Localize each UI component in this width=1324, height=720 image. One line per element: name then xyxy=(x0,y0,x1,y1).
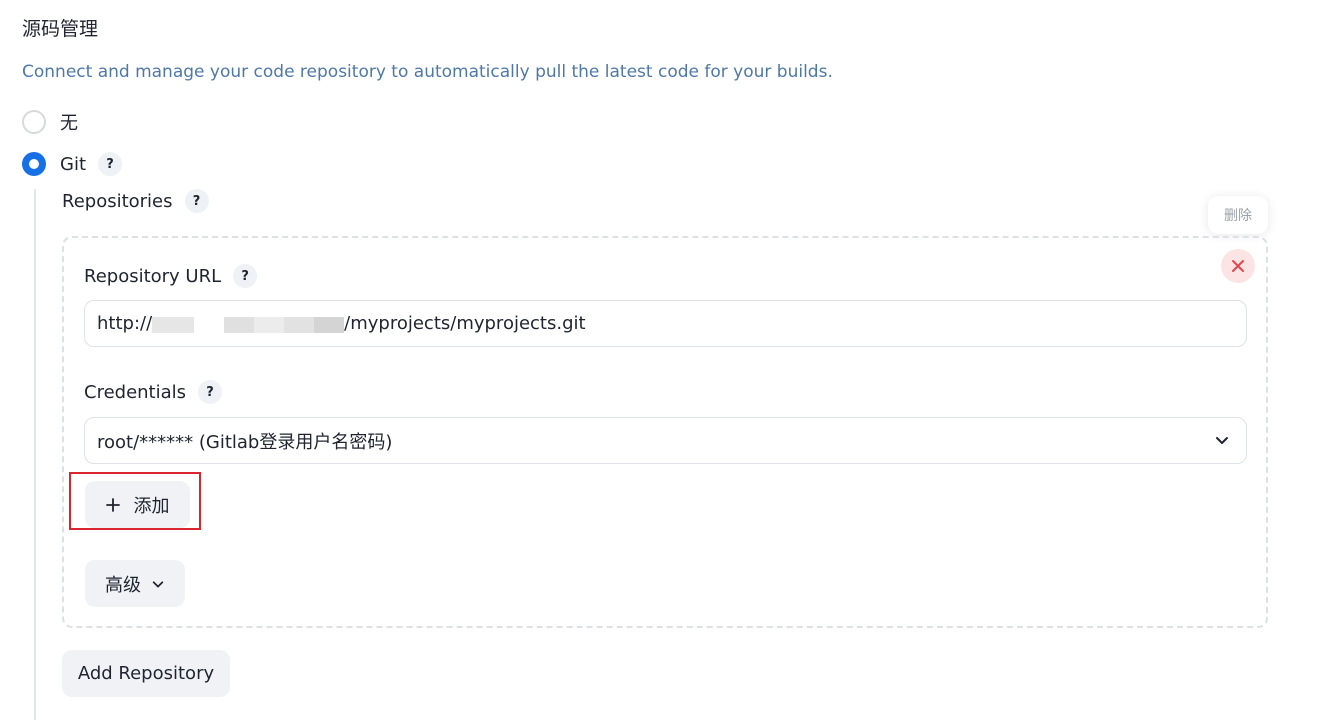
radio-git[interactable] xyxy=(22,152,46,176)
delete-repository-button[interactable] xyxy=(1221,249,1255,283)
repositories-label: Repositories xyxy=(62,190,173,212)
section-description: Connect and manage your code repository … xyxy=(22,62,833,82)
add-credentials-button[interactable]: 添加 xyxy=(85,481,190,528)
delete-tooltip: 删除 xyxy=(1208,196,1268,234)
credentials-label: Credentials xyxy=(84,381,187,403)
repository-url-label: Repository URL xyxy=(84,265,222,287)
git-help-icon[interactable]: ? xyxy=(98,152,123,176)
repositories-help-icon[interactable]: ? xyxy=(184,189,209,213)
scm-option-none[interactable]: 无 xyxy=(22,109,78,135)
add-repository-button[interactable]: Add Repository xyxy=(62,650,230,697)
credentials-header: Credentials ? xyxy=(84,380,223,404)
section-title: 源码管理 xyxy=(22,18,99,40)
repositories-header: Repositories ? xyxy=(62,189,209,213)
credentials-selected-value: root/****** (Gitlab登录用户名密码) xyxy=(97,431,393,453)
add-credentials-label: 添加 xyxy=(133,495,170,517)
repository-url-header: Repository URL ? xyxy=(84,264,258,288)
chevron-down-icon xyxy=(1216,437,1228,444)
advanced-button[interactable]: 高级 xyxy=(85,560,185,607)
scm-option-git[interactable]: Git ? xyxy=(22,152,123,176)
url-redacted-host xyxy=(152,315,345,333)
chevron-down-icon xyxy=(152,580,164,587)
credentials-help-icon[interactable]: ? xyxy=(198,380,223,404)
radio-none-label: 无 xyxy=(60,113,78,134)
url-suffix: /myprojects/myprojects.git xyxy=(344,313,586,334)
credentials-select[interactable]: root/****** (Gitlab登录用户名密码) xyxy=(84,417,1247,464)
radio-git-label: Git xyxy=(60,153,87,175)
repository-url-help-icon[interactable]: ? xyxy=(233,264,258,288)
git-section-guide-line xyxy=(34,189,36,720)
close-icon xyxy=(1232,260,1244,272)
repository-url-input[interactable]: http:// /myprojects/myprojects.git xyxy=(84,300,1247,347)
url-prefix: http:// xyxy=(97,313,153,334)
radio-none[interactable] xyxy=(22,110,46,134)
advanced-label: 高级 xyxy=(105,574,141,596)
plus-icon xyxy=(105,497,120,512)
